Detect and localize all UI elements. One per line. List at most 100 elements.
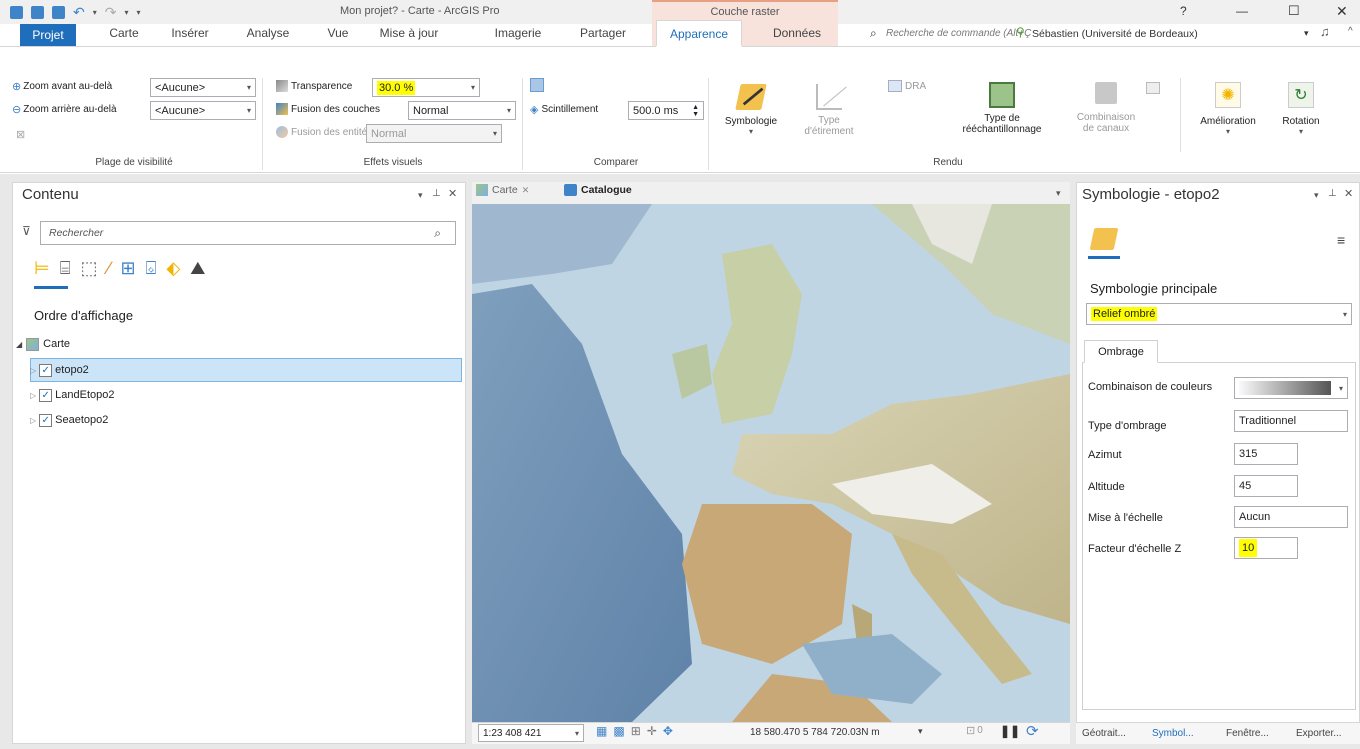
rotation-button[interactable]: ↻ Rotation ▾ [1272, 82, 1330, 148]
pin-icon[interactable]: ⊥ [1328, 188, 1337, 199]
list-by-editing-icon[interactable]: ∕ [108, 258, 111, 279]
view-list-chevron-icon[interactable]: ▾ [1056, 188, 1061, 199]
dock-tab-export[interactable]: Exporter... [1296, 728, 1342, 739]
tab-projet[interactable]: Projet [20, 24, 76, 46]
save-project-icon[interactable] [52, 6, 65, 19]
collapse-arrow-icon[interactable]: ◢ [16, 340, 22, 349]
scaling-value[interactable]: Aucun [1234, 506, 1348, 528]
scale-select[interactable]: 1:23 408 421 ▾ [478, 724, 584, 742]
expand-arrow-icon[interactable]: ▷ [30, 416, 36, 425]
visibility-extra-icon[interactable]: ⊠ [16, 128, 25, 141]
band-combination-button[interactable]: Combinaison de canaux [1066, 82, 1146, 148]
layer-visibility-checkbox[interactable]: ✓ [39, 363, 53, 377]
undo-icon[interactable]: ↶ [73, 4, 85, 21]
hillshade-type-value[interactable]: Traditionnel [1234, 410, 1348, 432]
list-by-perspective-icon[interactable]: ⬖ [166, 258, 180, 279]
layer-row-landetopo2[interactable]: ▷ ✓ LandEtopo2 [30, 384, 115, 406]
tree-map-row[interactable]: ◢ Carte [16, 334, 70, 354]
redo-icon[interactable]: ↷ [105, 4, 117, 21]
close-button[interactable]: ✕ [1336, 3, 1348, 20]
refresh-icon[interactable]: ⟳ [1026, 722, 1039, 740]
tab-analyse[interactable]: Analyse [236, 20, 300, 46]
fixed-zoom-icon[interactable]: ▦ [596, 724, 607, 738]
map-canvas[interactable] [472, 204, 1070, 722]
list-by-selection-icon[interactable]: ⬚ [81, 258, 98, 279]
dra-button[interactable]: DRA [888, 80, 926, 92]
flicker-rate-input[interactable]: 500.0 ms ▲ ▼ [628, 101, 704, 120]
tab-donnees[interactable]: Données [764, 20, 830, 46]
symbology-button[interactable]: Symbologie ▾ [720, 82, 782, 148]
expand-arrow-icon[interactable]: ▷ [30, 391, 36, 400]
help-button[interactable]: ? [1180, 4, 1187, 18]
layer-row-etopo2[interactable]: ▷ ✓ etopo2 [30, 359, 89, 381]
list-by-labeling-icon[interactable]: ⌺ [146, 258, 157, 279]
list-by-drawing-order-icon[interactable]: ⊨ [34, 258, 50, 279]
list-by-data-source-icon[interactable]: ⌸ [60, 258, 71, 279]
stretch-type-button[interactable]: Type d'étirement [794, 82, 864, 148]
tab-partager[interactable]: Partager [568, 20, 638, 46]
primary-symbology-tab-icon[interactable] [1089, 228, 1119, 250]
selected-features-count[interactable]: ⊡ 0 [966, 724, 983, 737]
minimize-button[interactable]: — [1236, 4, 1248, 18]
pause-drawing-icon[interactable]: ❚❚ [1000, 724, 1020, 738]
azimuth-input[interactable]: 315 [1234, 443, 1298, 465]
view-tab-catalogue[interactable]: Catalogue [564, 184, 632, 196]
crosshair-icon[interactable]: ✛ [647, 724, 657, 738]
band-extra-icon[interactable] [1146, 82, 1160, 94]
pin-icon[interactable]: ⊥ [432, 188, 441, 199]
redo-dropdown-icon[interactable]: ▾ [124, 8, 128, 17]
expand-arrow-icon[interactable]: ▷ [30, 366, 36, 375]
transparency-input[interactable]: 30.0 % ▾ [372, 78, 480, 97]
dock-tab-symbology[interactable]: Symbol... [1152, 728, 1194, 739]
tab-imagerie[interactable]: Imagerie [486, 20, 550, 46]
zoom-out-beyond-select[interactable]: <Aucune> ▾ [150, 101, 256, 120]
tab-mise-a-jour[interactable]: Mise à jour [366, 20, 452, 46]
close-pane-icon[interactable]: ✕ [1344, 187, 1353, 200]
close-pane-icon[interactable]: ✕ [448, 187, 457, 200]
z-factor-input[interactable]: 10 [1234, 537, 1298, 559]
resampling-type-button[interactable]: Type de rééchantillonnage [950, 82, 1054, 148]
table-icon[interactable]: ⊞ [631, 724, 641, 738]
undo-dropdown-icon[interactable]: ▾ [93, 8, 97, 17]
tab-carte[interactable]: Carte [96, 20, 152, 46]
command-search-input[interactable]: Recherche de commande (Alt+Ç [886, 28, 1031, 39]
altitude-input[interactable]: 45 [1234, 475, 1298, 497]
enhancement-button[interactable]: ✺ Amélioration ▾ [1188, 82, 1268, 148]
tab-inserer[interactable]: Insérer [160, 20, 220, 46]
open-project-icon[interactable] [31, 6, 44, 19]
close-tab-icon[interactable]: ✕ [522, 185, 530, 196]
user-name[interactable]: Sébastien (Université de Bordeaux) [1032, 28, 1198, 40]
view-tab-carte[interactable]: Carte ✕ [476, 184, 529, 196]
pane-options-icon[interactable]: ▾ [418, 190, 423, 201]
collapse-ribbon-icon[interactable]: ^ [1348, 26, 1353, 37]
list-by-snapping-icon[interactable]: ⊞ [121, 258, 136, 279]
list-by-type-icon[interactable]: ⛰ [190, 258, 205, 279]
dock-tab-window[interactable]: Fenêtre... [1226, 728, 1269, 739]
user-menu-chevron-icon[interactable]: ▾ [1304, 28, 1309, 39]
layer-visibility-checkbox[interactable]: ✓ [39, 413, 53, 427]
hamburger-menu-icon[interactable]: ≡ [1337, 232, 1345, 248]
tab-vue[interactable]: Vue [318, 20, 358, 46]
new-project-icon[interactable] [10, 6, 23, 19]
tab-apparence[interactable]: Apparence [656, 20, 742, 47]
feature-blend-select[interactable]: Normal ▾ [366, 124, 502, 143]
navigation-icon[interactable]: ✥ [663, 724, 673, 738]
zoom-in-beyond-select[interactable]: <Aucune> ▾ [150, 78, 256, 97]
maximize-button[interactable]: ☐ [1288, 3, 1300, 19]
color-scheme-select[interactable]: ▾ [1234, 377, 1348, 399]
layer-visibility-checkbox[interactable]: ✓ [39, 388, 53, 402]
layer-row-seaetopo2[interactable]: ▷ ✓ Seaetopo2 [30, 409, 108, 431]
contents-search-box[interactable]: Rechercher ⌕ [40, 221, 456, 245]
notification-bell-icon[interactable]: ♫ [1320, 24, 1330, 39]
swipe-icon[interactable] [530, 78, 544, 92]
dock-tab-geoprocessing[interactable]: Géotrait... [1082, 728, 1126, 739]
customize-qat-icon[interactable]: ▾ [137, 8, 141, 17]
grid-icon[interactable]: ▩ [613, 724, 624, 738]
coordinate-units-chevron-icon[interactable]: ▾ [918, 726, 923, 737]
tab-ombrage[interactable]: Ombrage [1084, 340, 1158, 363]
pane-options-icon[interactable]: ▾ [1314, 190, 1319, 201]
map-nav-tools: ▦ ▩ ⊞ ✛ ✥ [596, 724, 673, 738]
layer-blend-select[interactable]: Normal ▾ [408, 101, 516, 120]
primary-symbology-select[interactable]: Relief ombré ▾ [1086, 303, 1352, 325]
filter-icon[interactable]: ⊽ [22, 224, 31, 238]
